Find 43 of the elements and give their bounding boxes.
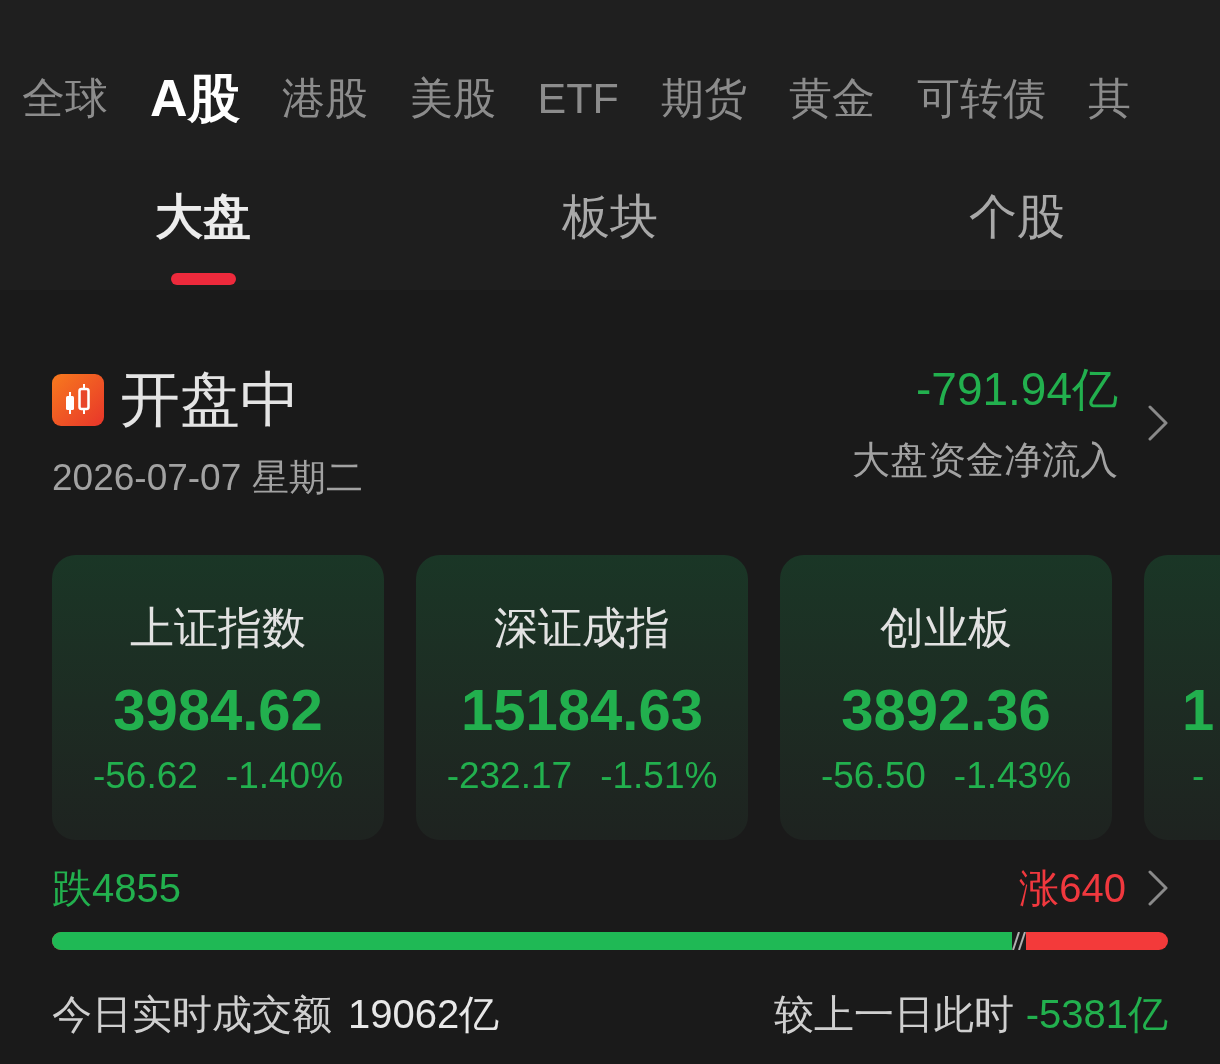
index-change: -: [1192, 754, 1205, 798]
market-tab[interactable]: 可转债: [916, 70, 1046, 126]
index-name: 上证指数: [130, 603, 306, 653]
net-inflow-value: -791.94亿: [916, 364, 1118, 414]
net-inflow-label: 大盘资金净流入: [852, 438, 1118, 482]
market-tab[interactable]: 黄金: [788, 70, 875, 126]
index-name: 深证成指: [494, 603, 670, 653]
market-tab[interactable]: 美股: [409, 70, 496, 126]
index-value: 3984.62: [113, 677, 323, 743]
sub-tab[interactable]: 个股: [968, 189, 1065, 285]
index-card[interactable]: 上证指数 3984.62 -56.62 -1.40%: [52, 555, 384, 840]
market-tab[interactable]: 港股: [281, 70, 368, 126]
trading-date: 2026-07-07 星期二: [52, 456, 363, 500]
turnover-label: 今日实时成交额: [52, 991, 332, 1038]
chevron-right-icon: [1148, 405, 1168, 441]
market-tab[interactable]: ETF: [537, 70, 619, 126]
market-tab[interactable]: A股: [150, 68, 240, 128]
advance-count: 涨640: [1019, 865, 1126, 912]
index-change: -56.50: [820, 754, 926, 798]
market-tab[interactable]: 期货: [660, 70, 747, 126]
index-card[interactable]: 1 -: [1144, 555, 1220, 840]
index-name: 创业板: [880, 603, 1012, 653]
sub-tab[interactable]: 大盘: [155, 189, 252, 285]
turnover-compare-value: -5381亿: [1025, 991, 1168, 1038]
index-change-percent: -1.40%: [225, 754, 344, 798]
market-tab[interactable]: 其: [1087, 70, 1131, 126]
turnover-compare-label: 较上一日此时: [773, 991, 1014, 1038]
index-value: 3892.36: [841, 677, 1051, 743]
candlestick-icon: [52, 374, 104, 426]
market-status: 开盘中: [120, 370, 300, 430]
index-change-percent: -1.43%: [953, 754, 1072, 798]
index-card[interactable]: 创业板 3892.36 -56.50 -1.43%: [780, 555, 1112, 840]
index-change-percent: -1.51%: [600, 754, 718, 798]
sub-tab[interactable]: 板块: [562, 189, 658, 285]
index-change: -56.62: [92, 754, 198, 798]
index-value: 1: [1182, 677, 1215, 743]
index-change: -232.17: [446, 754, 573, 798]
chevron-right-icon: [1148, 870, 1168, 906]
index-card[interactable]: 深证成指 15184.63 -232.17 -1.51%: [416, 555, 748, 840]
market-tab[interactable]: 全球: [22, 70, 108, 126]
decline-count: 跌4855: [52, 865, 181, 912]
index-value: 15184.63: [461, 677, 703, 743]
turnover-value: 19062亿: [348, 991, 500, 1038]
